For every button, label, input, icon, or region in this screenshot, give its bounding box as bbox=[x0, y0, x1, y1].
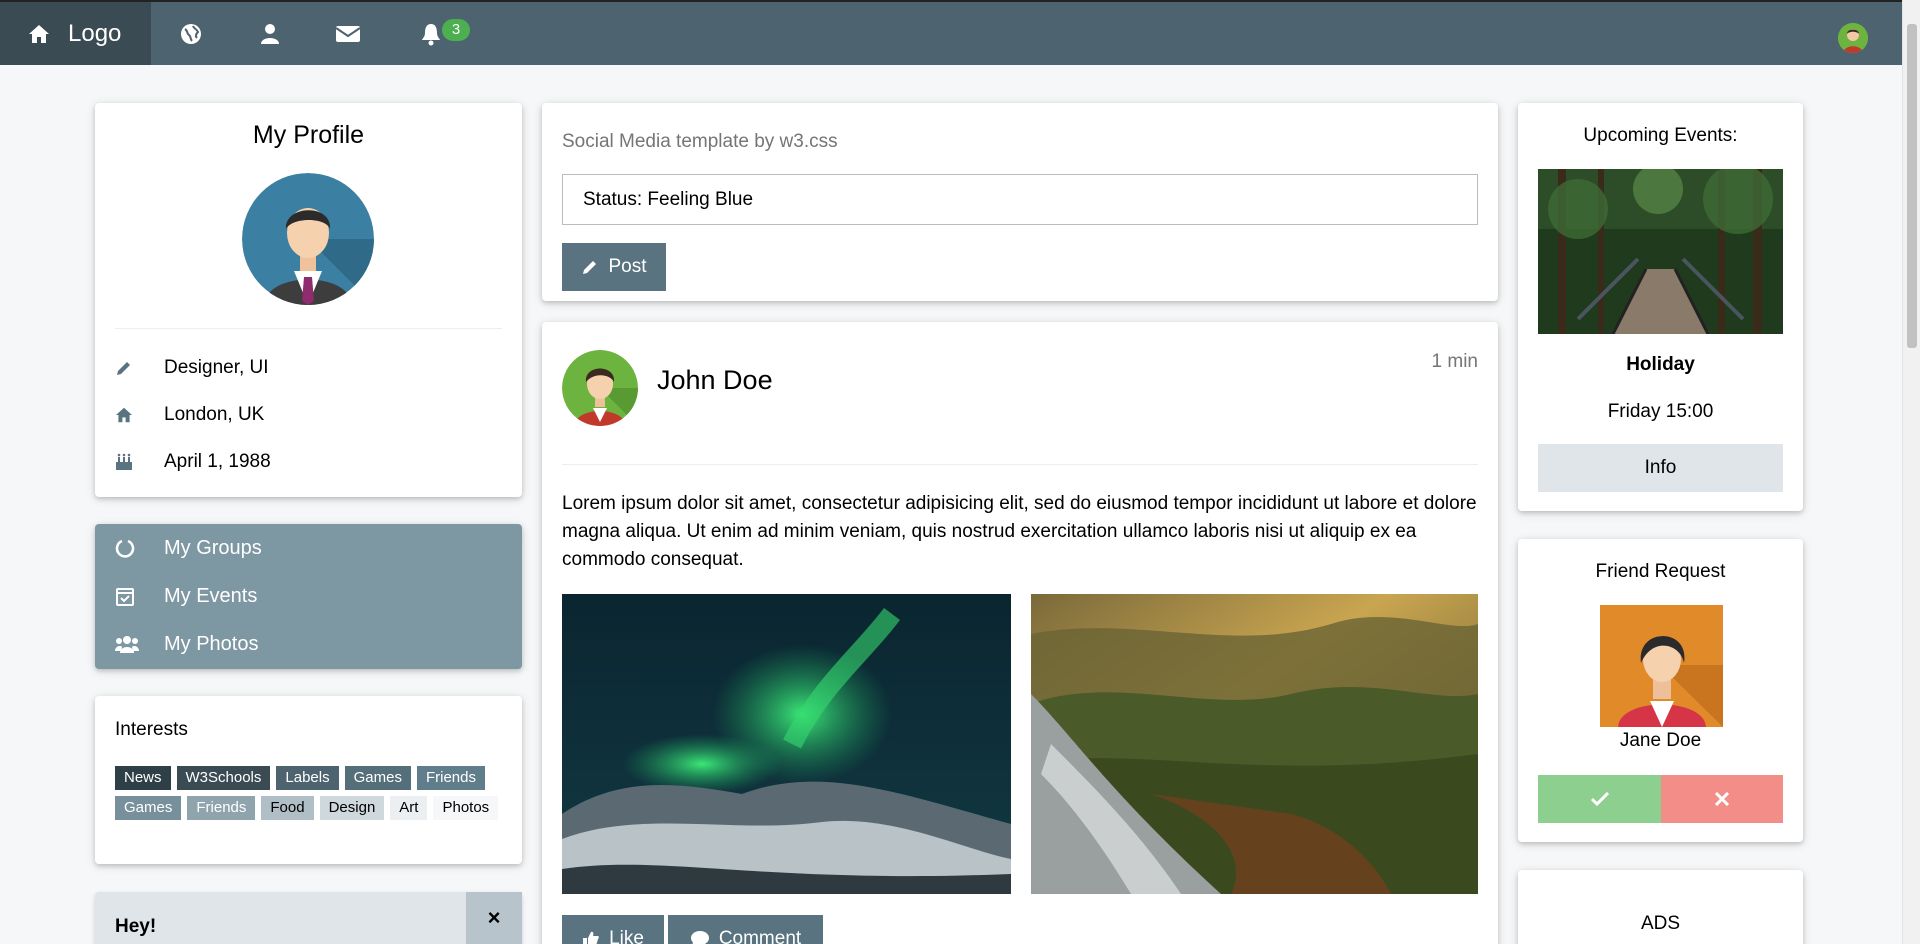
profile-avatar bbox=[242, 173, 374, 305]
comment-button-label: Comment bbox=[718, 928, 802, 944]
thumbs-up-icon bbox=[583, 931, 599, 944]
profile-birthday: April 1, 1988 bbox=[115, 447, 502, 477]
globe-icon[interactable] bbox=[177, 20, 205, 48]
interest-tag[interactable]: Games bbox=[115, 796, 182, 820]
post-image-forest[interactable] bbox=[1031, 594, 1478, 894]
notification-badge: 3 bbox=[442, 19, 470, 41]
menu-item-label: My Photos bbox=[164, 632, 259, 655]
profile-job-text: Designer, UI bbox=[164, 357, 269, 378]
scrollbar-thumb[interactable] bbox=[1907, 24, 1917, 348]
profile-divider bbox=[115, 328, 502, 329]
page-scrollbar[interactable] bbox=[1902, 0, 1920, 944]
interest-tag[interactable]: Food bbox=[261, 796, 314, 820]
profile-location-text: London, UK bbox=[164, 404, 265, 425]
friend-avatar bbox=[1600, 605, 1723, 727]
profile-birthday-text: April 1, 1988 bbox=[164, 451, 271, 472]
pencil-icon bbox=[583, 261, 597, 274]
post-image-aurora[interactable] bbox=[562, 594, 1011, 894]
interest-tag[interactable]: Friends bbox=[187, 796, 256, 820]
close-button[interactable]: × bbox=[466, 892, 522, 944]
post-time: 1 min bbox=[1431, 351, 1478, 372]
event-name: Holiday bbox=[1626, 354, 1695, 375]
menu-item-label: My Groups bbox=[164, 536, 262, 559]
interest-tags: News W3Schools Labels Games Friends Games Frie… bbox=[115, 766, 505, 820]
interest-tag[interactable]: W3Schools bbox=[176, 766, 271, 790]
pencil-icon bbox=[115, 359, 164, 377]
logo-label: Logo bbox=[68, 19, 122, 47]
event-time: Friday 15:00 bbox=[1607, 401, 1714, 422]
status-subtitle: Social Media template by w3.css bbox=[562, 131, 838, 152]
ads-card: ADS bbox=[1518, 870, 1803, 944]
events-title: Upcoming Events: bbox=[1583, 125, 1738, 146]
alert-title: Hey! bbox=[115, 916, 157, 937]
accept-button[interactable] bbox=[1538, 775, 1661, 823]
interest-tag[interactable]: Photos bbox=[433, 796, 499, 820]
interest-tag[interactable]: News bbox=[115, 766, 171, 790]
post-card: John Doe 1 min Lorem ipsum dolor sit ame… bbox=[542, 322, 1498, 944]
birthday-cake-icon bbox=[115, 453, 164, 471]
interest-tag[interactable]: Friends bbox=[416, 766, 485, 790]
post-button[interactable]: Post bbox=[562, 243, 666, 291]
check-icon bbox=[1590, 792, 1609, 806]
menu-item-groups[interactable]: My Groups bbox=[115, 530, 262, 566]
user-icon[interactable] bbox=[256, 20, 284, 48]
top-navbar: Logo 3 bbox=[0, 0, 1920, 65]
user-avatar[interactable] bbox=[1838, 23, 1868, 53]
interests-title: Interests bbox=[115, 719, 188, 740]
ads-title: ADS bbox=[1640, 913, 1681, 934]
profile-location: London, UK bbox=[115, 400, 502, 430]
interest-tag[interactable]: Design bbox=[319, 796, 385, 820]
envelope-icon[interactable] bbox=[334, 20, 362, 48]
post-divider bbox=[562, 464, 1478, 465]
home-icon bbox=[115, 407, 164, 423]
friend-request-card: Friend Request Jane Doe bbox=[1518, 539, 1803, 842]
bell-icon[interactable] bbox=[417, 20, 445, 48]
post-button-label: Post bbox=[608, 256, 647, 277]
hey-alert: Hey! × bbox=[95, 892, 522, 944]
interests-card: Interests News W3Schools Labels Games Friend… bbox=[95, 696, 522, 864]
decline-button[interactable] bbox=[1661, 775, 1783, 823]
profile-title: My Profile bbox=[252, 121, 365, 149]
interest-tag[interactable]: Art bbox=[390, 796, 428, 820]
post-author-avatar bbox=[562, 350, 638, 426]
friend-name[interactable]: Jane Doe bbox=[1518, 730, 1803, 752]
menu-item-events[interactable]: My Events bbox=[115, 578, 257, 614]
profile-job: Designer, UI bbox=[115, 353, 502, 383]
home-icon bbox=[29, 24, 49, 43]
events-card: Upcoming Events: Holiday Friday 15:00 In… bbox=[1518, 103, 1803, 511]
interest-tag[interactable]: Labels bbox=[276, 766, 339, 790]
calendar-check-icon bbox=[115, 586, 164, 606]
info-button[interactable]: Info bbox=[1538, 444, 1783, 492]
circle-notch-icon bbox=[115, 538, 164, 558]
post-text: Lorem ipsum dolor sit amet, consectetur … bbox=[562, 493, 1477, 570]
post-author-name[interactable]: John Doe bbox=[657, 365, 773, 396]
logo-link[interactable]: Logo bbox=[0, 2, 151, 65]
users-icon bbox=[115, 635, 164, 653]
profile-card: My Profile Designer, UI London, UK April… bbox=[95, 103, 522, 497]
comment-icon bbox=[690, 931, 709, 944]
like-button[interactable]: Like bbox=[562, 915, 664, 944]
profile-menu: My Groups My Events My Photos bbox=[95, 524, 522, 669]
times-icon bbox=[1715, 792, 1729, 806]
comment-button[interactable]: Comment bbox=[668, 915, 823, 944]
status-input[interactable]: Status: Feeling Blue bbox=[562, 174, 1478, 225]
status-card: Social Media template by w3.css Status: … bbox=[542, 103, 1498, 301]
menu-item-label: My Events bbox=[164, 584, 258, 607]
event-image bbox=[1538, 169, 1783, 334]
friend-request-title: Friend Request bbox=[1595, 561, 1726, 582]
interest-tag[interactable]: Games bbox=[344, 766, 411, 790]
menu-item-photos[interactable]: My Photos bbox=[115, 626, 258, 662]
like-button-label: Like bbox=[609, 928, 644, 944]
